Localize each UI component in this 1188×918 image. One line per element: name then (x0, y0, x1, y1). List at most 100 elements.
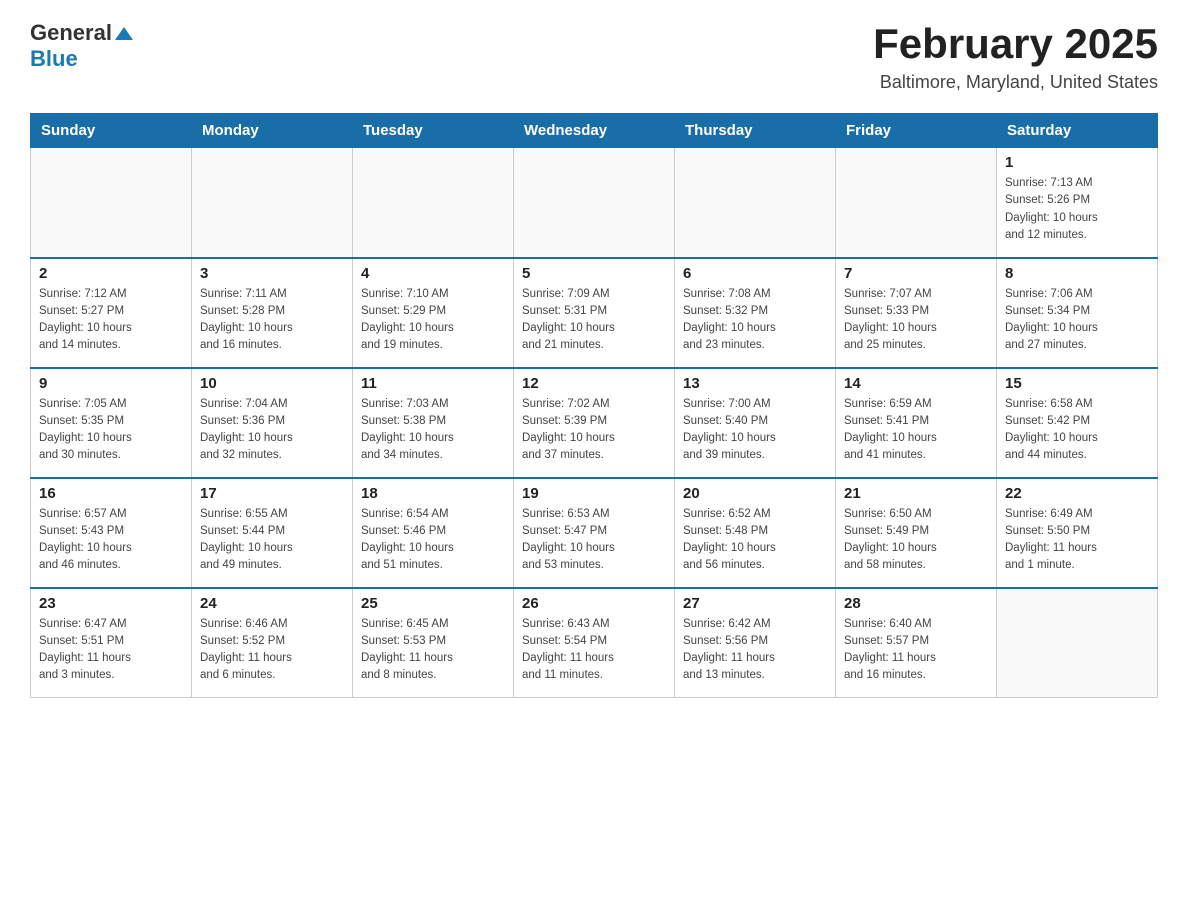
calendar-day-cell: 21 Sunrise: 6:50 AM Sunset: 5:49 PM Dayli… (836, 478, 997, 588)
day-number: 9 (39, 375, 183, 392)
day-info: Sunrise: 7:10 AM Sunset: 5:29 PM Dayligh… (361, 286, 505, 355)
calendar-day-cell: 1 Sunrise: 7:13 AM Sunset: 5:26 PM Daylig… (997, 148, 1158, 258)
calendar-day-cell (836, 148, 997, 258)
calendar-day-cell: 23 Sunrise: 6:47 AM Sunset: 5:51 PM Dayli… (31, 588, 192, 698)
day-number: 11 (361, 375, 505, 392)
calendar-week-row: 23 Sunrise: 6:47 AM Sunset: 5:51 PM Dayli… (31, 588, 1158, 698)
calendar-week-row: 2 Sunrise: 7:12 AM Sunset: 5:27 PM Daylig… (31, 258, 1158, 368)
calendar-day-cell: 4 Sunrise: 7:10 AM Sunset: 5:29 PM Daylig… (353, 258, 514, 368)
calendar-day-cell (997, 588, 1158, 698)
day-info: Sunrise: 6:55 AM Sunset: 5:44 PM Dayligh… (200, 506, 344, 575)
calendar-header-cell: Friday (836, 114, 997, 148)
day-info: Sunrise: 6:47 AM Sunset: 5:51 PM Dayligh… (39, 616, 183, 685)
calendar-week-row: 1 Sunrise: 7:13 AM Sunset: 5:26 PM Daylig… (31, 148, 1158, 258)
day-info: Sunrise: 6:53 AM Sunset: 5:47 PM Dayligh… (522, 506, 666, 575)
day-number: 26 (522, 595, 666, 612)
day-number: 27 (683, 595, 827, 612)
calendar-day-cell: 10Sunrise: 7:04 AM Sunset: 5:36 PM Dayli… (192, 368, 353, 478)
day-number: 25 (361, 595, 505, 612)
day-number: 12 (522, 375, 666, 392)
calendar-day-cell: 20Sunrise: 6:52 AM Sunset: 5:48 PM Dayli… (675, 478, 836, 588)
calendar-day-cell: 9 Sunrise: 7:05 AM Sunset: 5:35 PM Daylig… (31, 368, 192, 478)
calendar-day-cell: 22Sunrise: 6:49 AM Sunset: 5:50 PM Dayli… (997, 478, 1158, 588)
day-info: Sunrise: 6:45 AM Sunset: 5:53 PM Dayligh… (361, 616, 505, 685)
calendar-header-cell: Tuesday (353, 114, 514, 148)
calendar-day-cell: 24 Sunrise: 6:46 AM Sunset: 5:52 PM Dayli… (192, 588, 353, 698)
logo-blue: Blue (30, 46, 78, 72)
day-number: 21 (844, 485, 988, 502)
calendar-day-cell: 3Sunrise: 7:11 AM Sunset: 5:28 PM Daylig… (192, 258, 353, 368)
day-info: Sunrise: 7:03 AM Sunset: 5:38 PM Dayligh… (361, 396, 505, 465)
day-info: Sunrise: 6:42 AM Sunset: 5:56 PM Dayligh… (683, 616, 827, 685)
day-info: Sunrise: 6:54 AM Sunset: 5:46 PM Dayligh… (361, 506, 505, 575)
day-number: 7 (844, 265, 988, 282)
day-info: Sunrise: 7:08 AM Sunset: 5:32 PM Dayligh… (683, 286, 827, 355)
day-number: 8 (1005, 265, 1149, 282)
day-info: Sunrise: 7:06 AM Sunset: 5:34 PM Dayligh… (1005, 286, 1149, 355)
day-number: 19 (522, 485, 666, 502)
calendar-day-cell: 25 Sunrise: 6:45 AM Sunset: 5:53 PM Dayli… (353, 588, 514, 698)
calendar-header-row: SundayMondayTuesdayWednesdayThursdayFrid… (31, 114, 1158, 148)
day-number: 5 (522, 265, 666, 282)
day-number: 13 (683, 375, 827, 392)
calendar-day-cell: 12 Sunrise: 7:02 AM Sunset: 5:39 PM Dayli… (514, 368, 675, 478)
day-number: 3 (200, 265, 344, 282)
calendar-day-cell: 2 Sunrise: 7:12 AM Sunset: 5:27 PM Daylig… (31, 258, 192, 368)
calendar-day-cell: 17 Sunrise: 6:55 AM Sunset: 5:44 PM Dayli… (192, 478, 353, 588)
calendar-week-row: 9 Sunrise: 7:05 AM Sunset: 5:35 PM Daylig… (31, 368, 1158, 478)
calendar-header-cell: Thursday (675, 114, 836, 148)
day-number: 6 (683, 265, 827, 282)
calendar-day-cell: 8 Sunrise: 7:06 AM Sunset: 5:34 PM Daylig… (997, 258, 1158, 368)
title-section: February 2025 Baltimore, Maryland, Unite… (873, 20, 1158, 93)
day-number: 1 (1005, 154, 1149, 171)
logo: General Blue (30, 20, 133, 72)
calendar-day-cell (353, 148, 514, 258)
calendar-title: February 2025 (873, 20, 1158, 68)
calendar-subtitle: Baltimore, Maryland, United States (873, 72, 1158, 93)
calendar-header-cell: Saturday (997, 114, 1158, 148)
calendar-day-cell: 6 Sunrise: 7:08 AM Sunset: 5:32 PM Daylig… (675, 258, 836, 368)
calendar-day-cell: 11 Sunrise: 7:03 AM Sunset: 5:38 PM Dayli… (353, 368, 514, 478)
day-number: 16 (39, 485, 183, 502)
page-header: General Blue February 2025 Baltimore, Ma… (30, 20, 1158, 93)
day-info: Sunrise: 6:40 AM Sunset: 5:57 PM Dayligh… (844, 616, 988, 685)
day-number: 24 (200, 595, 344, 612)
day-number: 23 (39, 595, 183, 612)
day-info: Sunrise: 6:50 AM Sunset: 5:49 PM Dayligh… (844, 506, 988, 575)
calendar-day-cell: 14 Sunrise: 6:59 AM Sunset: 5:41 PM Dayli… (836, 368, 997, 478)
day-info: Sunrise: 7:02 AM Sunset: 5:39 PM Dayligh… (522, 396, 666, 465)
day-info: Sunrise: 7:07 AM Sunset: 5:33 PM Dayligh… (844, 286, 988, 355)
day-info: Sunrise: 6:59 AM Sunset: 5:41 PM Dayligh… (844, 396, 988, 465)
logo-triangle-icon (115, 27, 133, 40)
day-number: 28 (844, 595, 988, 612)
calendar-day-cell (514, 148, 675, 258)
calendar-day-cell: 26Sunrise: 6:43 AM Sunset: 5:54 PM Dayli… (514, 588, 675, 698)
day-number: 17 (200, 485, 344, 502)
day-info: Sunrise: 7:00 AM Sunset: 5:40 PM Dayligh… (683, 396, 827, 465)
day-info: Sunrise: 7:05 AM Sunset: 5:35 PM Dayligh… (39, 396, 183, 465)
calendar-week-row: 16 Sunrise: 6:57 AM Sunset: 5:43 PM Dayli… (31, 478, 1158, 588)
calendar-day-cell: 19 Sunrise: 6:53 AM Sunset: 5:47 PM Dayli… (514, 478, 675, 588)
calendar-day-cell: 27 Sunrise: 6:42 AM Sunset: 5:56 PM Dayli… (675, 588, 836, 698)
calendar-header-cell: Monday (192, 114, 353, 148)
calendar-day-cell: 13 Sunrise: 7:00 AM Sunset: 5:40 PM Dayli… (675, 368, 836, 478)
day-info: Sunrise: 6:52 AM Sunset: 5:48 PM Dayligh… (683, 506, 827, 575)
day-number: 15 (1005, 375, 1149, 392)
day-info: Sunrise: 6:46 AM Sunset: 5:52 PM Dayligh… (200, 616, 344, 685)
day-number: 2 (39, 265, 183, 282)
day-number: 18 (361, 485, 505, 502)
calendar-header-cell: Sunday (31, 114, 192, 148)
day-info: Sunrise: 7:12 AM Sunset: 5:27 PM Dayligh… (39, 286, 183, 355)
day-number: 14 (844, 375, 988, 392)
day-info: Sunrise: 7:13 AM Sunset: 5:26 PM Dayligh… (1005, 175, 1149, 244)
calendar-day-cell (31, 148, 192, 258)
calendar-day-cell (192, 148, 353, 258)
calendar-day-cell: 7 Sunrise: 7:07 AM Sunset: 5:33 PM Daylig… (836, 258, 997, 368)
calendar-day-cell: 18 Sunrise: 6:54 AM Sunset: 5:46 PM Dayli… (353, 478, 514, 588)
day-info: Sunrise: 6:57 AM Sunset: 5:43 PM Dayligh… (39, 506, 183, 575)
calendar-day-cell: 16 Sunrise: 6:57 AM Sunset: 5:43 PM Dayli… (31, 478, 192, 588)
calendar-day-cell: 5 Sunrise: 7:09 AM Sunset: 5:31 PM Daylig… (514, 258, 675, 368)
day-number: 10 (200, 375, 344, 392)
day-number: 4 (361, 265, 505, 282)
day-info: Sunrise: 7:09 AM Sunset: 5:31 PM Dayligh… (522, 286, 666, 355)
